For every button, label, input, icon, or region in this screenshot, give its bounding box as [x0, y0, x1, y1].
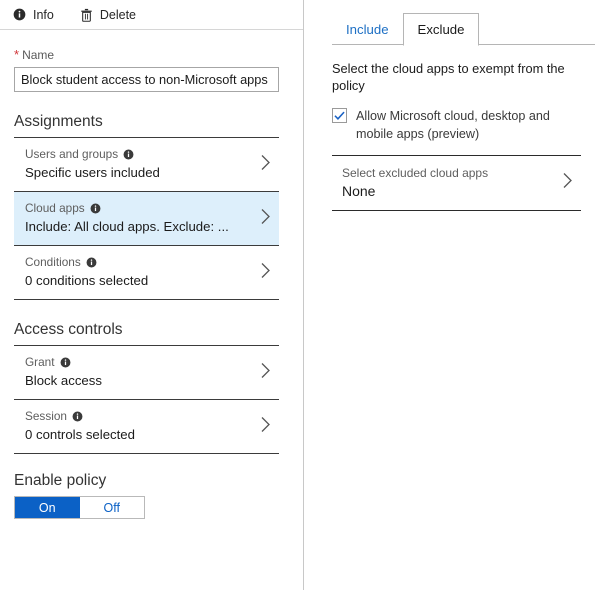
tab-exclude[interactable]: Exclude [402, 13, 480, 46]
chevron-right-icon [260, 154, 271, 176]
info-icon[interactable] [90, 203, 101, 214]
tab-include[interactable]: Include [332, 14, 403, 45]
info-icon[interactable] [123, 149, 134, 160]
nav-row-title-wrap: Conditions [25, 255, 279, 270]
cloud-apps-tablist: Include Exclude [304, 0, 605, 46]
allow-microsoft-apps-checkbox[interactable] [332, 108, 347, 123]
nav-row-title: Cloud apps [25, 201, 85, 215]
enable-policy-toggle[interactable]: On Off [14, 496, 145, 519]
required-marker: * [14, 47, 20, 62]
nav-row-session[interactable]: Session 0 controls selected [14, 400, 279, 454]
info-button-label: Info [33, 7, 54, 22]
conditional-access-policy-editor: Info Delete * Name Block student access … [0, 0, 605, 590]
name-input[interactable] [14, 67, 279, 92]
nav-row-grant[interactable]: Grant Block access [14, 346, 279, 400]
nav-row-value: 0 conditions selected [25, 273, 149, 288]
nav-row-title: Conditions [25, 255, 81, 269]
info-icon [13, 8, 26, 21]
info-icon[interactable] [86, 257, 97, 268]
nav-row-title-wrap: Users and groups [25, 147, 279, 162]
cloud-apps-pane: Include Exclude Select the cloud apps to… [304, 0, 605, 590]
enable-policy-on-option[interactable]: On [15, 497, 80, 518]
nav-row-title: Session [25, 409, 67, 423]
name-label-text: Name [22, 48, 55, 62]
nav-row-value: 0 controls selected [25, 427, 135, 442]
enable-policy-off-option[interactable]: Off [79, 497, 144, 518]
policy-form: * Name Assignments Users and groups [0, 48, 303, 519]
nav-row-value: Block access [25, 373, 102, 388]
chevron-right-icon [260, 362, 271, 384]
nav-row-title-wrap: Grant [25, 355, 279, 370]
command-toolbar: Info Delete [0, 0, 303, 30]
nav-row-title-wrap: Session [25, 409, 279, 424]
section-title-assignments: Assignments [14, 113, 103, 130]
enable-policy-label: Enable policy [14, 472, 107, 489]
nav-row-value: Specific users included [25, 165, 160, 180]
delete-button[interactable]: Delete [80, 8, 136, 22]
nav-row-cloud-apps[interactable]: Cloud apps Include: All cloud apps. Excl… [14, 192, 279, 246]
info-button[interactable]: Info [13, 8, 54, 22]
exclude-tab-panel: Select the cloud apps to exempt from the… [304, 60, 605, 211]
nav-row-title: Users and groups [25, 147, 119, 161]
allow-microsoft-apps-label: Allow Microsoft cloud, desktop and mobil… [356, 109, 550, 141]
nav-row-title: Select excluded cloud apps [342, 166, 489, 180]
allow-microsoft-apps-checkbox-row[interactable]: Allow Microsoft cloud, desktop and mobil… [332, 107, 577, 143]
info-icon[interactable] [60, 357, 71, 368]
chevron-right-icon [260, 262, 271, 284]
exclude-hint-text: Select the cloud apps to exempt from the… [332, 61, 565, 93]
nav-row-select-excluded-cloud-apps[interactable]: Select excluded cloud apps None [332, 156, 581, 211]
nav-row-value: Include: All cloud apps. Exclude: ... [25, 219, 229, 234]
chevron-right-icon [562, 172, 573, 194]
section-title-access-controls: Access controls [14, 321, 123, 338]
nav-row-value: None [342, 183, 376, 199]
policy-detail-pane: Info Delete * Name Block student access … [0, 0, 303, 590]
chevron-right-icon [260, 208, 271, 230]
name-field-label: * Name [14, 48, 289, 62]
nav-row-title: Grant [25, 355, 55, 369]
trash-icon [80, 8, 93, 22]
nav-row-users-and-groups[interactable]: Users and groups Specific users included [14, 138, 279, 192]
delete-button-label: Delete [99, 7, 136, 22]
nav-row-conditions[interactable]: Conditions 0 conditions selected [14, 246, 279, 300]
checkmark-icon [334, 111, 345, 121]
info-icon[interactable] [72, 411, 83, 422]
chevron-right-icon [260, 416, 271, 438]
nav-row-title-wrap: Cloud apps [25, 201, 279, 216]
